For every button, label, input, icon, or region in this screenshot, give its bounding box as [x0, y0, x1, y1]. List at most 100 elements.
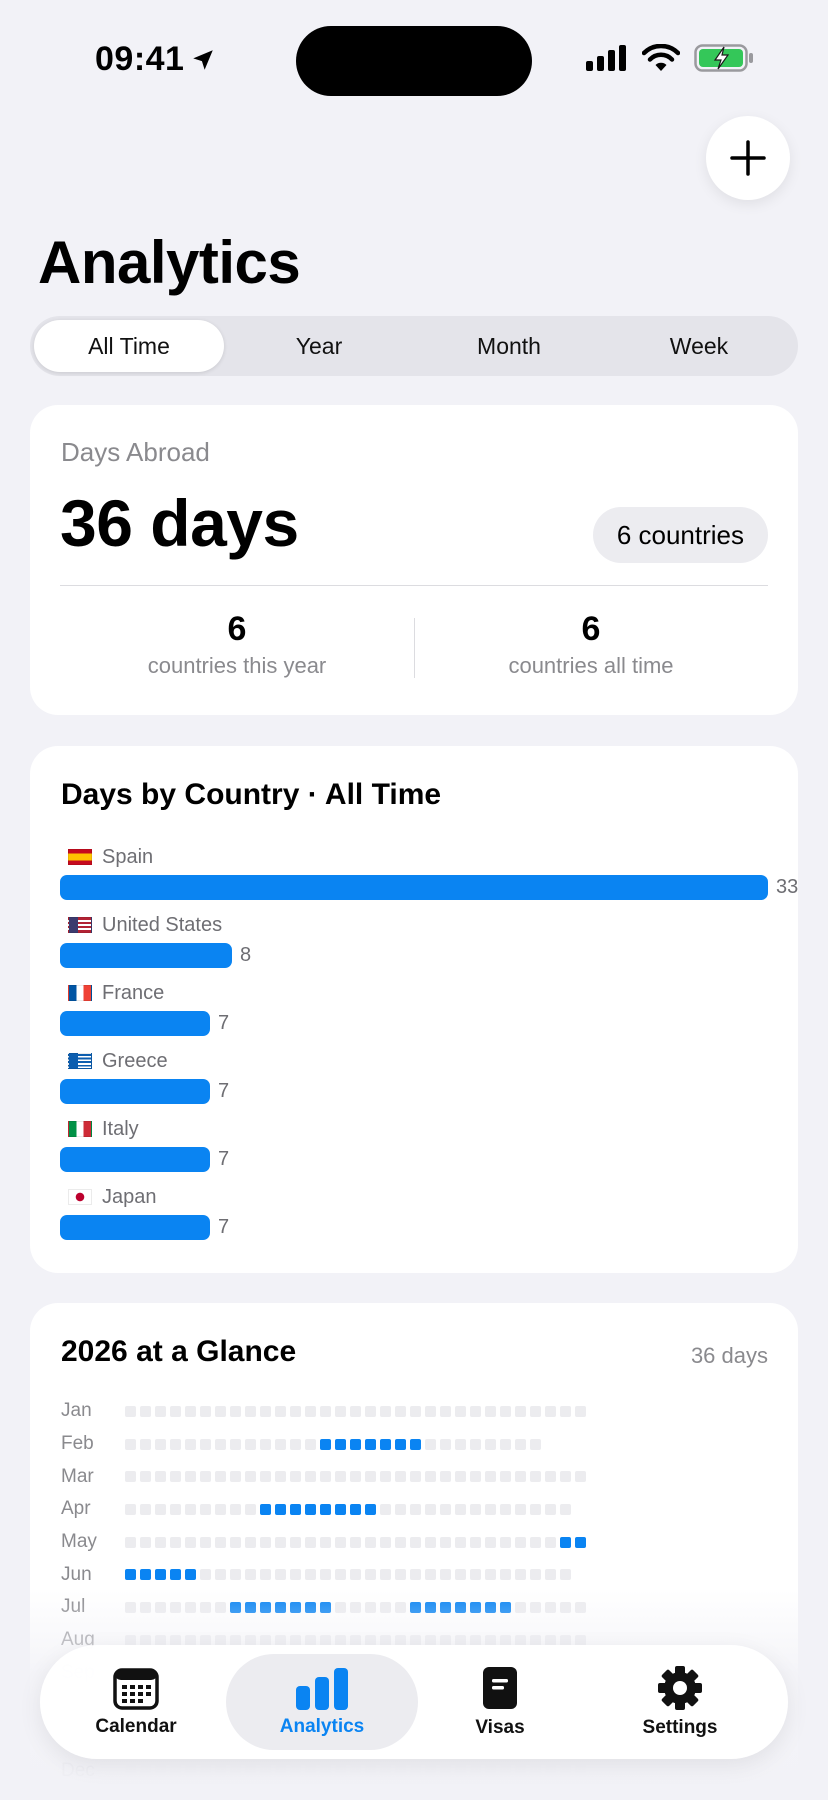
segment-all-time[interactable]: All Time	[34, 320, 224, 372]
day-dot	[260, 1503, 271, 1515]
day-dot	[485, 1536, 496, 1548]
day-dot	[380, 1569, 391, 1581]
day-dot	[320, 1438, 331, 1450]
add-trip-button[interactable]	[706, 116, 790, 200]
day-dot	[305, 1569, 316, 1581]
day-dot	[170, 1503, 181, 1515]
status-icons	[586, 44, 754, 72]
day-dot	[260, 1569, 271, 1581]
day-dot	[350, 1536, 361, 1548]
day-dot	[335, 1438, 346, 1450]
tab-visas[interactable]: Visas	[404, 1654, 596, 1750]
day-dot	[485, 1503, 496, 1515]
day-dot	[365, 1471, 376, 1483]
day-dot	[170, 1471, 181, 1483]
day-dot	[530, 1536, 541, 1548]
day-dot	[305, 1503, 316, 1515]
tab-label: Settings	[642, 1717, 718, 1738]
day-dot	[455, 1438, 466, 1450]
day-dot	[170, 1569, 181, 1581]
day-dot	[500, 1438, 511, 1450]
location-arrow-icon	[193, 49, 214, 70]
stat-value: 6	[227, 610, 247, 648]
status-time: 09:41	[95, 40, 216, 79]
day-dot	[350, 1569, 361, 1581]
country-bar	[60, 1214, 210, 1240]
day-dot	[440, 1503, 451, 1515]
day-dot	[335, 1405, 346, 1417]
day-dot	[545, 1569, 556, 1581]
day-dot	[125, 1536, 136, 1548]
day-dot	[395, 1569, 406, 1581]
day-dot	[260, 1438, 271, 1450]
segment-month[interactable]: Month	[414, 320, 604, 372]
flag-greece-icon	[68, 1053, 92, 1069]
country-bar	[60, 874, 768, 900]
day-dot	[365, 1569, 376, 1581]
day-dot	[125, 1503, 136, 1515]
day-dot	[185, 1536, 196, 1548]
tab-bar: Calendar Analytics Visas Settings	[40, 1645, 788, 1759]
days-abroad-label: Days Abroad	[61, 437, 210, 467]
day-dot	[185, 1471, 196, 1483]
day-dot	[140, 1503, 151, 1515]
country-bar	[60, 1146, 210, 1172]
day-dot	[245, 1536, 256, 1548]
day-dot	[245, 1438, 256, 1450]
flag-spain-icon	[68, 849, 92, 865]
page-title: Analytics	[38, 229, 301, 296]
day-dot	[365, 1536, 376, 1548]
day-dot	[170, 1536, 181, 1548]
days-abroad-value: 36 days	[60, 486, 299, 560]
country-row: France 7	[60, 980, 768, 1048]
day-dot	[200, 1569, 211, 1581]
day-dot	[275, 1471, 286, 1483]
day-dot	[155, 1438, 166, 1450]
day-dot	[515, 1503, 526, 1515]
day-dot	[140, 1569, 151, 1581]
day-dot	[410, 1438, 421, 1450]
day-dot	[410, 1536, 421, 1548]
day-dot	[320, 1503, 331, 1515]
day-dot	[560, 1503, 571, 1515]
day-dots	[125, 1438, 541, 1450]
day-dot	[470, 1503, 481, 1515]
country-days-value: 33	[776, 875, 799, 898]
flag-france-icon	[68, 985, 92, 1001]
tab-analytics[interactable]: Analytics	[226, 1654, 418, 1750]
day-dot	[125, 1569, 136, 1581]
day-dot	[410, 1569, 421, 1581]
day-dot	[530, 1405, 541, 1417]
tab-settings[interactable]: Settings	[584, 1654, 776, 1750]
day-dot	[215, 1569, 226, 1581]
month-label: Apr	[61, 1498, 91, 1520]
day-dot	[290, 1438, 301, 1450]
day-dot	[245, 1471, 256, 1483]
country-days-value: 7	[218, 1011, 230, 1034]
day-dot	[275, 1503, 286, 1515]
day-dot	[500, 1569, 511, 1581]
day-dot	[575, 1471, 586, 1483]
day-dot	[305, 1471, 316, 1483]
day-dot	[350, 1438, 361, 1450]
month-row: Feb	[61, 1428, 586, 1461]
day-dot	[485, 1405, 496, 1417]
day-dot	[335, 1569, 346, 1581]
tab-calendar[interactable]: Calendar	[40, 1654, 232, 1750]
month-row: Jan	[61, 1395, 586, 1428]
day-dot	[455, 1536, 466, 1548]
day-dot	[380, 1438, 391, 1450]
days-abroad-card: Days Abroad 36 days 6 countries 6 countr…	[30, 405, 798, 715]
day-dot	[320, 1569, 331, 1581]
dynamic-island	[296, 26, 532, 96]
segment-year[interactable]: Year	[224, 320, 414, 372]
day-dot	[155, 1405, 166, 1417]
day-dot	[230, 1471, 241, 1483]
segment-week[interactable]: Week	[604, 320, 794, 372]
country-row: Japan 7	[60, 1184, 768, 1252]
day-dots	[125, 1503, 571, 1515]
cellular-signal-icon	[586, 45, 626, 71]
country-bar	[60, 1078, 210, 1104]
day-dots	[125, 1405, 586, 1417]
day-dot	[170, 1405, 181, 1417]
